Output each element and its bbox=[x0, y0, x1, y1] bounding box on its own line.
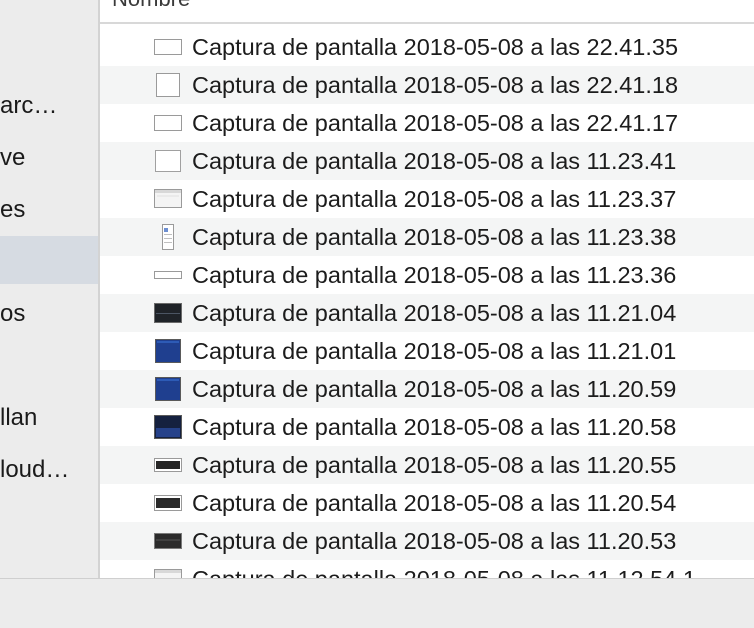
file-name: Captura de pantalla 2018-05-08 a las 11.… bbox=[192, 148, 677, 174]
column-header-name[interactable]: Nombre bbox=[100, 0, 754, 24]
file-row[interactable]: Captura de pantalla 2018-05-08 a las 11.… bbox=[100, 522, 754, 560]
file-name: Captura de pantalla 2018-05-08 a las 11.… bbox=[192, 490, 677, 516]
file-row[interactable]: Captura de pantalla 2018-05-08 a las 11.… bbox=[100, 332, 754, 370]
sidebar-item-label: ve bbox=[0, 144, 26, 171]
file-row[interactable]: Captura de pantalla 2018-05-08 a las 11.… bbox=[100, 370, 754, 408]
file-row[interactable]: Captura de pantalla 2018-05-08 a las 22.… bbox=[100, 104, 754, 142]
bottom-bar bbox=[0, 578, 754, 628]
screenshot-thumbnail-icon bbox=[156, 73, 180, 97]
screenshot-thumbnail-icon bbox=[154, 115, 182, 131]
sidebar-item-7[interactable]: llan bbox=[0, 392, 98, 444]
file-name: Captura de pantalla 2018-05-08 a las 11.… bbox=[192, 224, 677, 250]
file-row[interactable]: Captura de pantalla 2018-05-08 a las 11.… bbox=[100, 180, 754, 218]
file-name: Captura de pantalla 2018-05-08 a las 11.… bbox=[192, 414, 677, 440]
file-rows: Captura de pantalla 2018-05-08 a las 22.… bbox=[100, 28, 754, 578]
finder-window: arc… ve es os llan loud… Nombre Captura … bbox=[0, 0, 754, 628]
column-header-label: Nombre bbox=[112, 0, 190, 12]
file-name: Captura de pantalla 2018-05-08 a las 11.… bbox=[192, 452, 677, 478]
sidebar: arc… ve es os llan loud… bbox=[0, 0, 98, 578]
file-name: Captura de pantalla 2018-05-08 a las 22.… bbox=[192, 34, 679, 60]
sidebar-item-selected[interactable] bbox=[0, 236, 98, 284]
screenshot-thumbnail-icon bbox=[154, 533, 182, 549]
sidebar-item-label: os bbox=[0, 300, 26, 327]
screenshot-thumbnail-icon bbox=[154, 458, 182, 472]
sidebar-item-label: es bbox=[0, 196, 26, 223]
sidebar-item-8[interactable]: loud… bbox=[0, 444, 98, 496]
file-name: Captura de pantalla 2018-05-08 a las 22.… bbox=[192, 72, 679, 98]
screenshot-thumbnail-icon bbox=[155, 150, 181, 172]
file-name: Captura de pantalla 2018-05-08 a las 22.… bbox=[192, 110, 679, 136]
screenshot-thumbnail-icon bbox=[154, 39, 182, 55]
sidebar-item-5[interactable]: os bbox=[0, 288, 98, 340]
screenshot-thumbnail-icon bbox=[154, 303, 182, 323]
file-name: Captura de pantalla 2018-05-08 a las 11.… bbox=[192, 528, 677, 554]
sidebar-item-3[interactable]: es bbox=[0, 184, 98, 236]
file-name: Captura de pantalla 2018-05-08 a las 11.… bbox=[192, 262, 677, 288]
file-row[interactable]: Captura de pantalla 2018-05-08 a las 11.… bbox=[100, 256, 754, 294]
file-name: Captura de pantalla 2018-05-08 a las 11.… bbox=[192, 300, 677, 326]
screenshot-thumbnail-icon bbox=[162, 224, 174, 250]
file-row[interactable]: Captura de pantalla 2018-05-08 a las 11.… bbox=[100, 484, 754, 522]
sidebar-item-label: loud… bbox=[0, 456, 70, 483]
screenshot-thumbnail-icon bbox=[154, 495, 182, 511]
file-name: Captura de pantalla 2018-05-08 a las 11.… bbox=[192, 376, 677, 402]
file-row[interactable]: Captura de pantalla 2018-05-08 a las 11.… bbox=[100, 446, 754, 484]
screenshot-thumbnail-icon bbox=[154, 271, 182, 279]
file-row[interactable]: Captura de pantalla 2018-05-08 a las 11.… bbox=[100, 142, 754, 180]
sidebar-item-label: arc… bbox=[0, 92, 58, 119]
sidebar-item-2[interactable]: ve bbox=[0, 132, 98, 184]
file-list: Nombre Captura de pantalla 2018-05-08 a … bbox=[100, 0, 754, 578]
file-row[interactable]: Captura de pantalla 2018-05-08 a las 11.… bbox=[100, 218, 754, 256]
file-row[interactable]: Captura de pantalla 2018-05-08 a las 22.… bbox=[100, 66, 754, 104]
sidebar-item-label: llan bbox=[0, 404, 38, 431]
screenshot-thumbnail-icon bbox=[155, 339, 181, 363]
file-row[interactable]: Captura de pantalla 2018-05-08 a las 11.… bbox=[100, 560, 754, 578]
file-name: Captura de pantalla 2018-05-08 a las 11.… bbox=[192, 338, 677, 364]
screenshot-thumbnail-icon bbox=[154, 189, 182, 208]
file-row[interactable]: Captura de pantalla 2018-05-08 a las 22.… bbox=[100, 28, 754, 66]
sidebar-item-6[interactable] bbox=[0, 340, 98, 392]
screenshot-thumbnail-icon bbox=[155, 377, 181, 401]
file-row[interactable]: Captura de pantalla 2018-05-08 a las 11.… bbox=[100, 294, 754, 332]
file-name: Captura de pantalla 2018-05-08 a las 11.… bbox=[192, 186, 677, 212]
sidebar-item-1[interactable]: arc… bbox=[0, 80, 98, 132]
screenshot-thumbnail-icon bbox=[154, 569, 182, 578]
screenshot-thumbnail-icon bbox=[154, 415, 182, 439]
file-row[interactable]: Captura de pantalla 2018-05-08 a las 11.… bbox=[100, 408, 754, 446]
file-name: Captura de pantalla 2018-05-08 a las 11.… bbox=[192, 560, 696, 578]
